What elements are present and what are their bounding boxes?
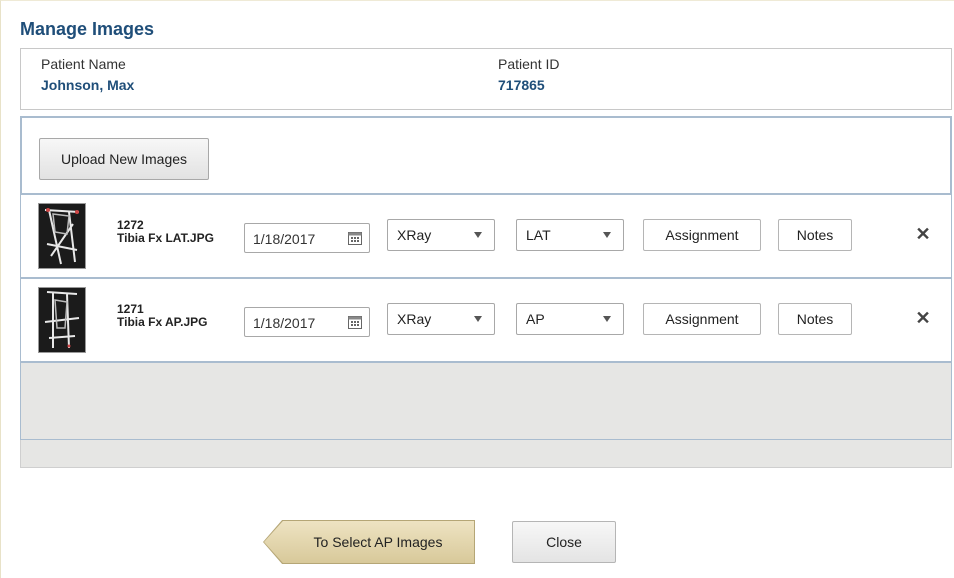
patient-id-label: Patient ID — [498, 56, 560, 72]
assignment-button[interactable]: Assignment — [643, 219, 761, 251]
notes-button[interactable]: Notes — [778, 219, 852, 251]
image-filename: Tibia Fx LAT.JPG — [117, 231, 214, 245]
upload-new-images-button[interactable]: Upload New Images — [39, 138, 209, 180]
modality-select[interactable]: XRay — [387, 219, 495, 251]
chevron-down-icon — [474, 232, 482, 238]
image-date-value: 1/18/2017 — [253, 315, 316, 331]
image-thumbnail[interactable] — [38, 287, 86, 353]
patient-name-label: Patient Name — [41, 56, 126, 72]
panel-footer-strip — [20, 440, 952, 468]
view-select[interactable]: LAT — [516, 219, 624, 251]
view-selected: AP — [526, 311, 545, 327]
patient-info-box: Patient Name Johnson, Max Patient ID 717… — [20, 48, 952, 110]
calendar-icon[interactable] — [347, 230, 363, 246]
to-select-ap-images-button[interactable]: To Select AP Images — [264, 521, 474, 563]
close-icon[interactable]: ✕ — [912, 307, 934, 329]
close-icon[interactable]: ✕ — [912, 223, 934, 245]
image-row: 1271 Tibia Fx AP.JPG 1/18/2017 XRay AP A… — [21, 279, 951, 363]
image-date-field[interactable]: 1/18/2017 — [244, 223, 370, 253]
upload-row: Upload New Images — [21, 117, 951, 195]
image-filename: Tibia Fx AP.JPG — [117, 315, 208, 329]
calendar-icon[interactable] — [347, 314, 363, 330]
close-button[interactable]: Close — [512, 521, 616, 563]
notes-button[interactable]: Notes — [778, 303, 852, 335]
modality-selected: XRay — [397, 227, 432, 243]
image-row: 1272 Tibia Fx LAT.JPG 1/18/2017 XRay LAT… — [21, 195, 951, 279]
patient-id-value: 717865 — [498, 77, 545, 93]
assignment-button[interactable]: Assignment — [643, 303, 761, 335]
patient-name-value: Johnson, Max — [41, 77, 135, 93]
images-panel: Upload New Images 1272 Tibia Fx LAT.JPG … — [20, 116, 952, 440]
chevron-down-icon — [603, 232, 611, 238]
chevron-down-icon — [603, 316, 611, 322]
image-date-value: 1/18/2017 — [253, 231, 316, 247]
image-date-field[interactable]: 1/18/2017 — [244, 307, 370, 337]
modality-select[interactable]: XRay — [387, 303, 495, 335]
image-thumbnail[interactable] — [38, 203, 86, 269]
page-title: Manage Images — [20, 19, 155, 39]
view-selected: LAT — [526, 227, 551, 243]
chevron-down-icon — [474, 316, 482, 322]
view-select[interactable]: AP — [516, 303, 624, 335]
modality-selected: XRay — [397, 311, 432, 327]
